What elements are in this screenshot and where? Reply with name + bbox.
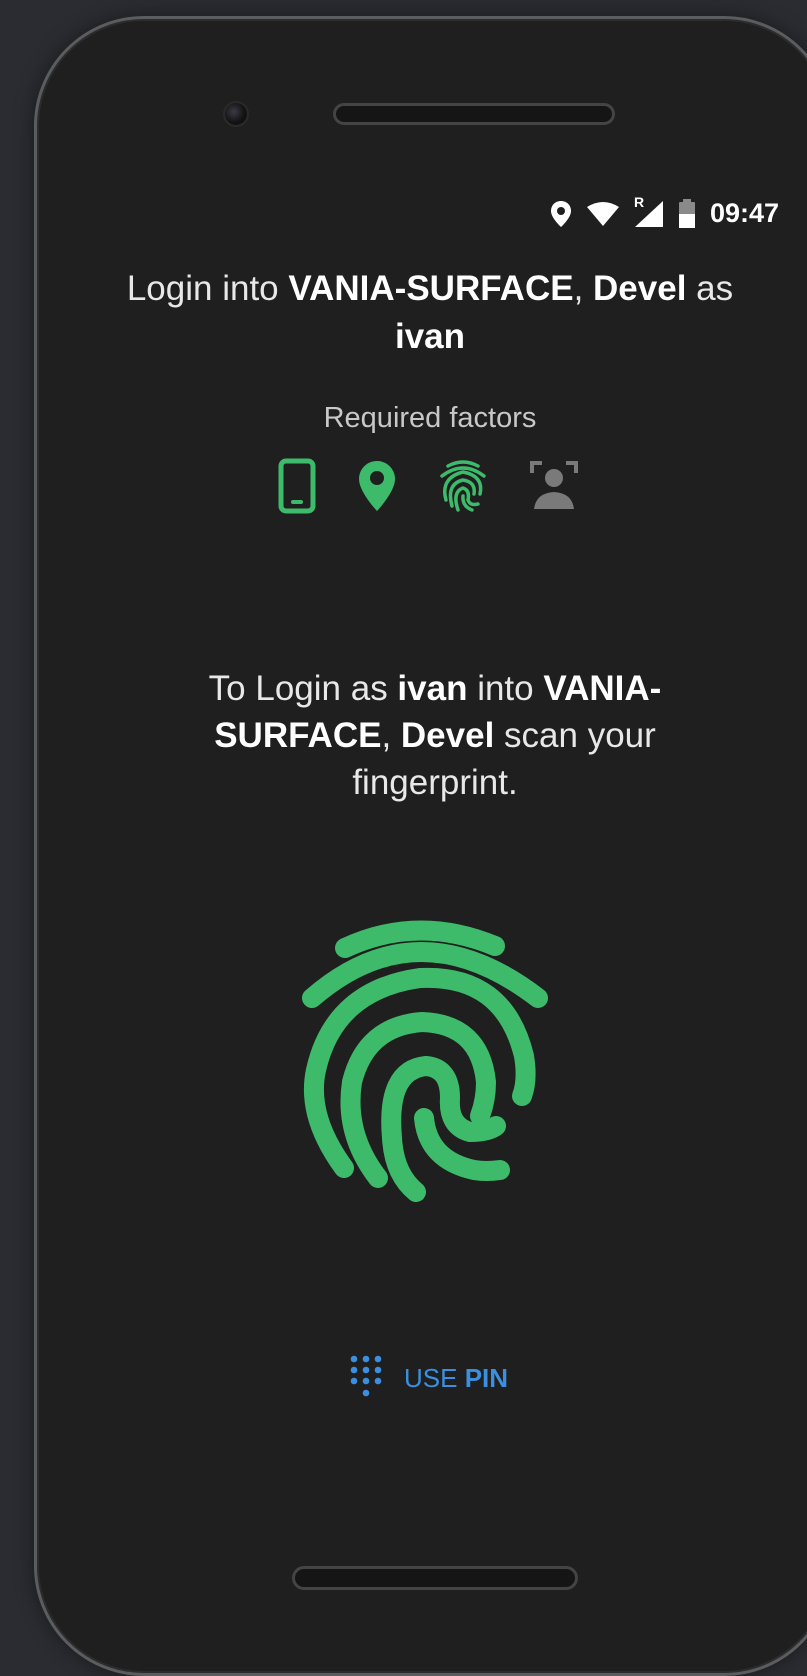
login-title: Login into VANIA-SURFACE, Devel as ivan [90,265,770,361]
bottom-speaker [292,1566,578,1590]
cellular-roaming: R [634,194,664,228]
front-camera [223,101,249,127]
title-as: as [686,269,734,308]
message-user: ivan [397,669,468,708]
battery-icon [678,198,695,228]
title-user: ivan [394,317,466,356]
instruction-message: To Login as ivan into VANIA-SURFACE, Dev… [150,665,720,806]
required-factors-list [278,458,578,514]
wifi-icon [586,201,619,226]
status-time: 09:47 [709,198,779,228]
message-text: To Login as [208,669,398,708]
top-speaker [333,103,615,125]
required-factors-label: Required factors [323,402,537,434]
status-bar: R 09:47 [550,194,779,229]
use-pin-label: USE PIN [404,1363,508,1394]
message-domain: Devel [400,716,495,755]
location-icon [550,200,571,227]
dialpad-icon [350,1355,382,1397]
title-text: Login into [126,269,289,308]
use-pin-word-pin: PIN [464,1362,509,1393]
use-pin-button[interactable]: USE PIN [350,1355,508,1401]
message-text-3: , [381,716,401,755]
use-pin-word-use: USE [404,1362,458,1393]
message-text-2: into [467,669,544,708]
fingerprint-icon [440,460,486,512]
location-pin-icon [359,461,395,511]
roaming-marker: R [633,193,645,210]
phone-icon [278,458,316,514]
face-scan-icon [530,461,578,509]
fingerprint-scan-icon[interactable] [300,920,550,1210]
title-comma: , [573,269,594,308]
title-machine: VANIA-SURFACE [288,269,574,308]
title-domain: Devel [593,269,687,308]
